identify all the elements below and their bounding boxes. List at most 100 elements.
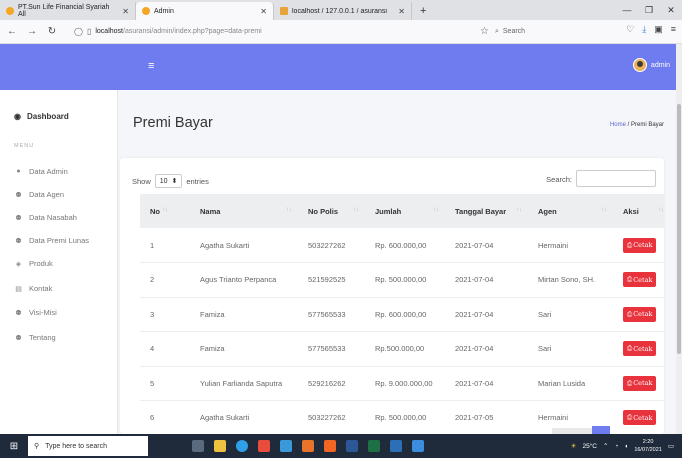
sidebar-item-data-admin[interactable]: ● Data Admin (14, 167, 68, 176)
volume-icon[interactable]: ◖ (624, 443, 628, 450)
column-header-no-polis[interactable]: No Polis ↑↓ (298, 194, 365, 228)
cell-no-polis: 577565533 (308, 344, 346, 354)
column-header-aksi[interactable]: Aksi ↑↓ (613, 194, 664, 228)
cetak-label: Cetak (633, 310, 653, 319)
tray-chevron-icon[interactable]: ⌃ (603, 442, 608, 450)
sidebar-item-label: Data Admin (29, 167, 68, 176)
pagination-active-button[interactable] (592, 426, 610, 434)
task-view-icon[interactable] (192, 440, 204, 452)
back-icon[interactable]: ← (4, 26, 20, 37)
excel-icon[interactable] (368, 440, 380, 452)
vscode-icon[interactable] (412, 440, 424, 452)
browser-tab-admin[interactable]: Admin ✕ (136, 2, 274, 20)
sort-icon: ↑↓ (433, 206, 439, 213)
sidebar-item-label: Data Premi Lunas (29, 236, 90, 245)
cetak-label: Cetak (633, 344, 653, 353)
bookmark-star-icon[interactable]: ☆ (480, 26, 489, 37)
edge-icon[interactable] (236, 440, 248, 452)
cetak-button[interactable]: ⎙ Cetak (623, 272, 657, 288)
close-tab-icon[interactable]: ✕ (254, 7, 267, 16)
weather-temp: 25°C (582, 442, 597, 450)
sidebar-item-label: Dashboard (26, 112, 69, 121)
column-header-no[interactable]: No ↑↓ (140, 194, 190, 228)
menu-icon[interactable]: ≡ (671, 24, 676, 35)
column-header-tanggal-bayar[interactable]: Tanggal Bayar ↑↓ (445, 194, 528, 228)
scrollbar-thumb[interactable] (677, 104, 681, 354)
firefox-icon[interactable] (302, 440, 314, 452)
users-icon: ⚉ (15, 214, 22, 222)
sidebar-item-dashboard[interactable]: ◉ Dashboard (14, 112, 69, 121)
breadcrumb-home-link[interactable]: Home (610, 122, 626, 128)
sidebar-item-data-agen[interactable]: ⚉ Data Agen (14, 190, 64, 199)
sidebar-item-data-premi-lunas[interactable]: ⚉ Data Premi Lunas (14, 236, 89, 245)
windows-start-icon[interactable]: ⊞ (4, 441, 24, 452)
sidebar: ◉ Dashboard MENU ● Data Admin ⚉ Data Age… (0, 90, 118, 434)
cell-agen: Marian Lusida (538, 378, 586, 388)
word-icon[interactable] (346, 440, 358, 452)
close-tab-icon[interactable]: ✕ (116, 7, 129, 16)
entries-select-value: 10 (159, 178, 168, 185)
pocket-icon[interactable]: ♡ (626, 24, 634, 35)
print-icon: ⎙ (627, 378, 633, 387)
new-tab-button[interactable]: + (412, 2, 434, 20)
hamburger-icon[interactable]: ≡ (148, 60, 154, 72)
forward-icon[interactable]: → (24, 26, 40, 37)
cetak-button[interactable]: ⎙ Cetak (623, 410, 657, 426)
sidebar-item-tentang[interactable]: ⚉ Tentang (14, 333, 55, 342)
cell-aksi: ⎙ Cetak (613, 297, 664, 332)
page-title: Premi Bayar (133, 115, 213, 131)
cell-aksi: ⎙ Cetak (613, 366, 664, 401)
file-explorer-icon[interactable] (214, 440, 226, 452)
cell-nama: Agatha Sukarti (200, 240, 250, 250)
close-window-icon[interactable]: ✕ (660, 5, 682, 16)
browser-tab-phpmyadmin[interactable]: localhost / 127.0.0.1 / asuransi ✕ (274, 2, 412, 20)
cell-no: 1 (150, 240, 155, 250)
download-icon[interactable]: ⤓ (642, 24, 646, 35)
network-icon[interactable]: ◔ (614, 443, 618, 450)
sidebar-item-kontak[interactable]: ▤ Kontak (14, 284, 52, 293)
user-name: admin (650, 61, 670, 69)
entries-select[interactable]: 10 ⬍ (154, 174, 183, 188)
breadcrumb-current: Premi Bayar (630, 122, 664, 128)
address-bar[interactable]: ◯ ▯ localhost/asuransi/admin/index.php?p… (74, 24, 474, 40)
office-icon[interactable] (258, 440, 270, 452)
sidebar-item-visi-misi[interactable]: ⚉ Visi-Misi (14, 308, 56, 317)
column-header-jumlah[interactable]: Jumlah ↑↓ (365, 194, 445, 228)
column-header-agen[interactable]: Agen ↑↓ (528, 194, 613, 228)
teams-icon[interactable] (390, 440, 402, 452)
print-icon: ⎙ (627, 413, 633, 422)
table-search-input[interactable] (576, 170, 656, 187)
table-header-row: No ↑↓ Nama ↑↓ No Polis ↑↓ Jumlah ↑↓ Tanggal … (140, 194, 664, 228)
close-tab-icon[interactable]: ✕ (392, 7, 405, 16)
minimize-icon[interactable]: — (616, 5, 638, 15)
reload-icon[interactable]: ↻ (44, 26, 60, 37)
page-icon: ▯ (86, 27, 92, 36)
page-scrollbar[interactable] (676, 44, 682, 434)
cell-jumlah: Rp. 600.000,00 (375, 309, 427, 319)
restore-icon[interactable]: ❐ (638, 5, 660, 16)
cetak-button[interactable]: ⎙ Cetak (623, 306, 657, 322)
sidebar-item-produk[interactable]: ◈ Produk (14, 259, 53, 268)
taskbar-search-input[interactable]: ⚲ Type here to search (28, 436, 148, 456)
library-icon[interactable]: ▣ (654, 24, 663, 35)
store-icon[interactable] (280, 440, 292, 452)
cell-tanggal-bayar: 2021-07-04 (455, 378, 494, 388)
cetak-button[interactable]: ⎙ Cetak (623, 237, 657, 253)
premi-table: No ↑↓ Nama ↑↓ No Polis ↑↓ Jumlah ↑↓ Tanggal … (140, 194, 664, 434)
browser-tab-sunlife[interactable]: PT.Sun Life Financial Syariah All ✕ (0, 2, 136, 20)
taskbar-clock[interactable]: 2:20 16/07/2021 (634, 438, 662, 454)
print-icon: ⎙ (627, 309, 633, 318)
sidebar-item-data-nasabah[interactable]: ⚉ Data Nasabah (14, 213, 77, 222)
notifications-icon[interactable]: ▭ (668, 442, 674, 450)
cell-nama: Agus Trianto Perpanca (200, 275, 277, 285)
user-menu[interactable]: admin (632, 58, 670, 72)
cetak-button[interactable]: ⎙ Cetak (623, 341, 657, 357)
cell-nama: Famiza (200, 309, 225, 319)
cetak-button[interactable]: ⎙ Cetak (623, 375, 657, 391)
palette-icon: ◉ (14, 112, 21, 121)
column-header-nama[interactable]: Nama ↑↓ (190, 194, 298, 228)
xampp-icon[interactable] (324, 440, 336, 452)
select-arrows-icon: ⬍ (169, 178, 178, 185)
cell-no: 3 (150, 309, 155, 319)
entries-control: Show 10 ⬍ entries (132, 174, 209, 188)
